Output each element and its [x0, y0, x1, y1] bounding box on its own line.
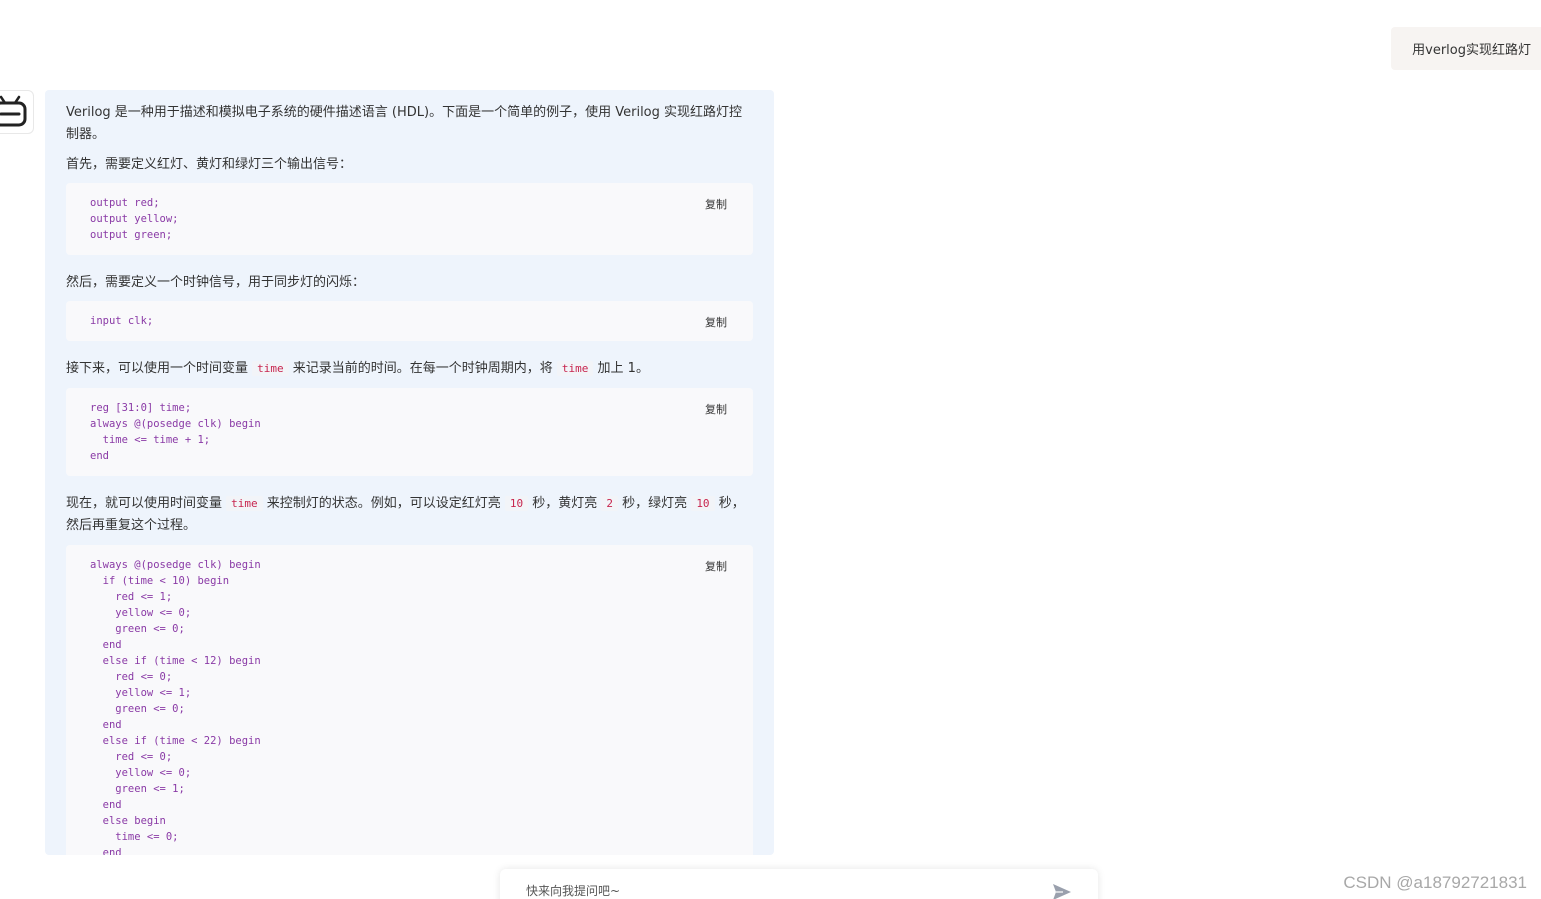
answer-step1: 首先，需要定义红灯、黄灯和绿灯三个输出信号： — [66, 157, 353, 172]
code-block-state-machine: always @(posedge clk) begin if (time < 1… — [66, 545, 753, 855]
inline-code: 10 — [504, 496, 529, 511]
code-block-timer: reg [31:0] time; always @(posedge clk) b… — [66, 388, 753, 476]
text-segment: 接下来，可以使用一个时间变量 — [66, 361, 253, 376]
bot-answer-bubble: Verilog 是一种用于描述和模拟电子系统的硬件描述语言 (HDL)。下面是一… — [45, 90, 774, 855]
answer-step2: 然后，需要定义一个时钟信号，用于同步灯的闪烁： — [66, 275, 366, 290]
code-text: always @(posedge clk) begin if (time < 1… — [90, 559, 261, 855]
code-block-outputs: output red; output yellow; output green;… — [66, 183, 753, 255]
code-block-clock: input clk; 复制 — [66, 301, 753, 341]
text-segment: 来控制灯的状态。例如，可以设定红灯亮 — [262, 496, 505, 511]
copy-button[interactable]: 复制 — [705, 558, 727, 574]
inline-code: time — [556, 361, 594, 376]
code-text: output red; output yellow; output green; — [90, 197, 179, 241]
inline-code: 10 — [691, 496, 715, 511]
answer-step3: 接下来，可以使用一个时间变量 time 来记录当前的时间。在每一个时钟周期内，将… — [66, 358, 753, 380]
chat-input[interactable] — [524, 883, 1028, 899]
robot-icon — [0, 95, 27, 127]
answer-intro: Verilog 是一种用于描述和模拟电子系统的硬件描述语言 (HDL)。下面是一… — [66, 105, 743, 142]
inline-code: time — [226, 496, 263, 511]
copy-button[interactable]: 复制 — [705, 314, 727, 330]
text-segment: 秒，绿灯亮 — [618, 496, 692, 511]
send-icon[interactable] — [1052, 883, 1072, 899]
text-segment: 来记录当前的时间。在每一个时钟周期内，将 — [288, 361, 557, 376]
inline-code: time — [252, 361, 289, 376]
text-segment: 现在，就可以使用时间变量 — [66, 496, 227, 511]
copy-button[interactable]: 复制 — [705, 401, 727, 417]
copy-button[interactable]: 复制 — [705, 196, 727, 212]
code-text: reg [31:0] time; always @(posedge clk) b… — [90, 402, 261, 462]
chat-page: 用verlog实现红路灯 Verilog 是一种用于描述和模拟电子系统的硬件描述… — [0, 0, 1541, 899]
watermark: CSDN @a18792721831 — [1343, 873, 1527, 892]
user-message-bubble: 用verlog实现红路灯 — [1391, 27, 1541, 70]
chat-input-bar — [500, 869, 1098, 899]
inline-code: 2 — [601, 496, 619, 511]
user-message-text: 用verlog实现红路灯 — [1412, 43, 1531, 58]
text-segment: 秒，黄灯亮 — [528, 496, 602, 511]
text-segment: 加上 1。 — [593, 361, 649, 376]
answer-step4: 现在，就可以使用时间变量 time 来控制灯的状态。例如，可以设定红灯亮 10 … — [66, 493, 753, 537]
code-text: input clk; — [90, 315, 154, 327]
bot-avatar — [0, 90, 34, 134]
